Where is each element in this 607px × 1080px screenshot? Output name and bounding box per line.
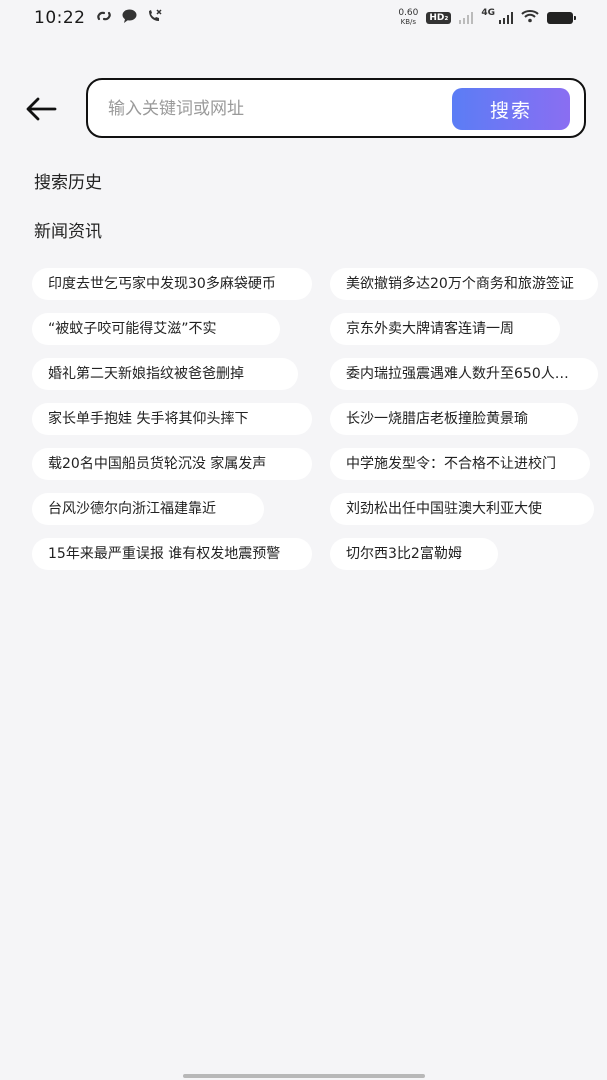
status-right: 0.60 KB/s HD₂ 4G xyxy=(398,8,576,27)
missed-call-icon xyxy=(147,9,163,27)
news-item[interactable]: 刘劲松出任中国驻澳大利亚大使 xyxy=(330,493,594,525)
news-item[interactable]: 委内瑞拉强震遇难人数升至650人以上 xyxy=(330,358,598,390)
sync-icon xyxy=(96,10,112,26)
search-input[interactable] xyxy=(106,90,450,128)
signal-sim1-icon xyxy=(459,12,474,24)
news-item[interactable]: 长沙一烧腊店老板撞脸黄景瑜 xyxy=(330,403,578,435)
network-speed-unit: KB/s xyxy=(400,18,417,26)
news-item[interactable]: 家长单手抱娃 失手将其仰头摔下 xyxy=(32,403,312,435)
signal-sim2-icon xyxy=(499,12,513,24)
wifi-icon xyxy=(521,9,539,27)
status-left: 10:22 xyxy=(34,8,163,28)
search-history-title: 搜索历史 xyxy=(34,173,102,193)
news-item[interactable]: 台风沙德尔向浙江福建靠近 xyxy=(32,493,264,525)
back-button[interactable] xyxy=(22,91,60,127)
status-time: 10:22 xyxy=(34,8,86,28)
news-item[interactable]: 载20名中国船员货轮沉没 家属发声 xyxy=(32,448,312,480)
hd-voice-badge: HD₂ xyxy=(426,12,452,24)
news-item[interactable]: 切尔西3比2富勒姆 xyxy=(330,538,498,570)
search-header: 搜索 xyxy=(0,78,607,140)
search-box: 搜索 xyxy=(86,78,586,138)
news-item[interactable]: 15年来最严重误报 谁有权发地震预警 xyxy=(32,538,312,570)
news-item[interactable]: “被蚊子咬可能得艾滋”不实 xyxy=(32,313,280,345)
news-item[interactable]: 美欲撤销多达20万个商务和旅游签证 xyxy=(330,268,598,300)
arrow-left-icon xyxy=(26,97,57,121)
network-speed-value: 0.60 xyxy=(398,8,419,18)
status-bar: 10:22 0.60 KB/s HD₂ 4G xyxy=(0,0,607,36)
home-indicator[interactable] xyxy=(183,1074,425,1078)
search-button[interactable]: 搜索 xyxy=(452,88,570,130)
battery-icon xyxy=(547,12,576,24)
news-item[interactable]: 京东外卖大牌请客连请一周 xyxy=(330,313,560,345)
news-section-title: 新闻资讯 xyxy=(34,222,102,242)
news-item[interactable]: 印度去世乞丐家中发现30多麻袋硬币 xyxy=(32,268,312,300)
network-generation: 4G xyxy=(481,8,495,18)
news-item[interactable]: 婚礼第二天新娘指纹被爸爸删掉 xyxy=(32,358,298,390)
chat-icon xyxy=(122,9,137,27)
news-item[interactable]: 中学施发型令：不合格不让进校门 xyxy=(330,448,590,480)
network-speed: 0.60 KB/s xyxy=(398,9,418,27)
